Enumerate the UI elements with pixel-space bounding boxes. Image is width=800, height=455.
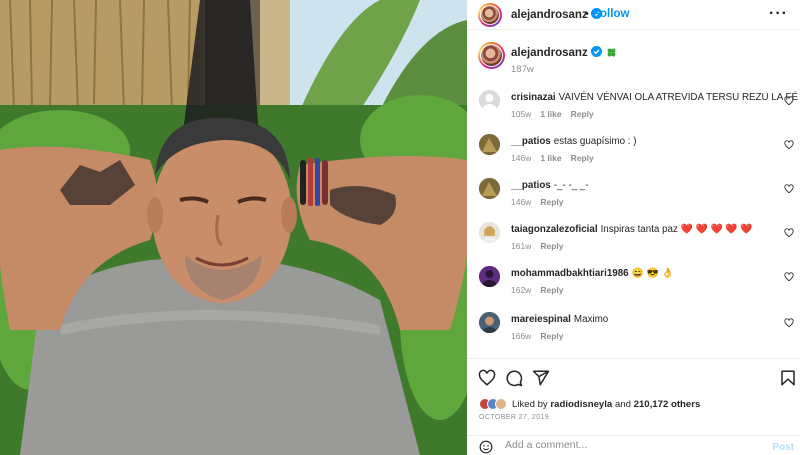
comment-meta: 146w 1 like Reply [511,153,603,163]
comment-text: crisinazai VAIVÉN VÉNVAI OLA ATREVIDA TER… [511,92,799,103]
comment-username[interactable]: mareiespinal [511,314,571,325]
comment-avatar[interactable] [479,266,500,287]
comment-time[interactable]: 166w [511,331,531,341]
liked-by[interactable]: Liked by radiodisneyla and 210,172 other… [479,396,700,412]
comment-item: crisinazai VAIVÉN VÉNVAI OLA ATREVIDA TER… [467,90,800,134]
comment-heart-icon[interactable] [784,96,794,106]
comment-time[interactable]: 105w [511,109,531,119]
comment-heart-icon[interactable] [784,140,794,150]
follow-button[interactable]: Follow [593,8,629,20]
likes-count[interactable]: 210,172 others [634,399,701,410]
post-details-panel: alejandrosanz • Follow ··· alejandrosanz… [467,0,800,455]
liked-by-user[interactable]: radiodisneyla [550,399,612,410]
comment-text: __patios -_- -_ _- [511,180,589,191]
comment-text: taiagonzalezoficial Inspiras tanta paz ❤️… [511,224,753,235]
comment-icon[interactable] [505,369,523,387]
verified-badge-icon [590,46,602,57]
comment-avatar[interactable] [479,90,500,111]
comment-time[interactable]: 162w [511,285,531,295]
heart-icon[interactable] [478,369,496,387]
liker-avatar [495,398,507,410]
avatar-image [479,266,500,287]
reply-button[interactable]: Reply [540,285,563,295]
comment-meta: 161w Reply [511,241,572,251]
comment-username[interactable]: __patios [511,180,551,191]
comment-avatar[interactable] [479,312,500,333]
comment-avatar[interactable] [479,178,500,199]
reply-button[interactable]: Reply [571,109,594,119]
comment-time[interactable]: 146w [511,153,531,163]
comment-heart-icon[interactable] [784,318,794,328]
comment-text: mohammadbakhtiari1986 😄 😎 👌 [511,268,674,279]
post-photo[interactable] [0,0,467,455]
liked-by-text: Liked by radiodisneyla and 210,172 other… [512,398,701,410]
default-avatar-icon [479,90,500,111]
post-actions-bar [467,358,800,398]
comment-item: mareiespinal Maximo 166w Reply [467,312,800,356]
comment-item: __patios estas guapísimo : ) 146w 1 like Re… [467,134,800,178]
comment-likes[interactable]: 1 like [540,109,561,119]
comment-username[interactable]: __patios [511,136,551,147]
comment-username[interactable]: crisinazai [511,92,556,103]
comment-text: __patios estas guapísimo : ) [511,136,637,147]
comment-meta: 146w Reply [511,197,572,207]
add-comment-bar: Post [467,435,800,455]
post-comment-button[interactable]: Post [772,442,794,453]
comment-meta: 105w 1 like Reply [511,109,603,119]
reply-button[interactable]: Reply [540,197,563,207]
clover-emoji-icon [607,48,616,57]
comment-username[interactable]: taiagonzalezoficial [511,224,598,235]
comment-item: __patios -_- -_ _- 146w Reply [467,178,800,222]
dot-separator: • [585,8,589,20]
save-icon[interactable] [779,369,797,387]
reply-button[interactable]: Reply [540,331,563,341]
comment-heart-icon[interactable] [784,184,794,194]
share-icon[interactable] [532,369,550,387]
caption-avatar[interactable] [478,42,505,69]
comment-avatar[interactable] [479,222,500,243]
caption-username[interactable]: alejandrosanz [511,46,616,59]
comment-username[interactable]: mohammadbakhtiari1986 [511,268,629,279]
avatar-image [479,178,500,199]
comment-input[interactable] [505,439,745,451]
comment-meta: 166w Reply [511,331,572,341]
avatar-image [479,134,500,155]
emoji-icon[interactable] [479,440,493,454]
comment-item: taiagonzalezoficial Inspiras tanta paz ❤️… [467,222,800,266]
comment-text: mareiespinal Maximo [511,314,609,325]
post-header: alejandrosanz • Follow ··· [467,0,800,30]
comment-heart-icon[interactable] [784,272,794,282]
comment-meta: 162w Reply [511,285,572,295]
comment-item: mohammadbakhtiari1986 😄 😎 👌 162w Reply [467,266,800,310]
reply-button[interactable]: Reply [540,241,563,251]
caption-time[interactable]: 187w [511,64,534,75]
reply-button[interactable]: Reply [571,153,594,163]
avatar-image [479,312,500,333]
comment-heart-icon[interactable] [784,228,794,238]
comment-time[interactable]: 146w [511,197,531,207]
comment-time[interactable]: 161w [511,241,531,251]
avatar-image [479,222,500,243]
post-caption: alejandrosanz 187w [467,38,800,78]
comment-avatar[interactable] [479,134,500,155]
comment-likes[interactable]: 1 like [540,153,561,163]
more-options-icon[interactable]: ··· [769,5,788,23]
post-date[interactable]: OCTOBER 27, 2019 [479,414,549,421]
post-image-illustration [0,0,467,455]
author-avatar[interactable] [478,3,502,27]
